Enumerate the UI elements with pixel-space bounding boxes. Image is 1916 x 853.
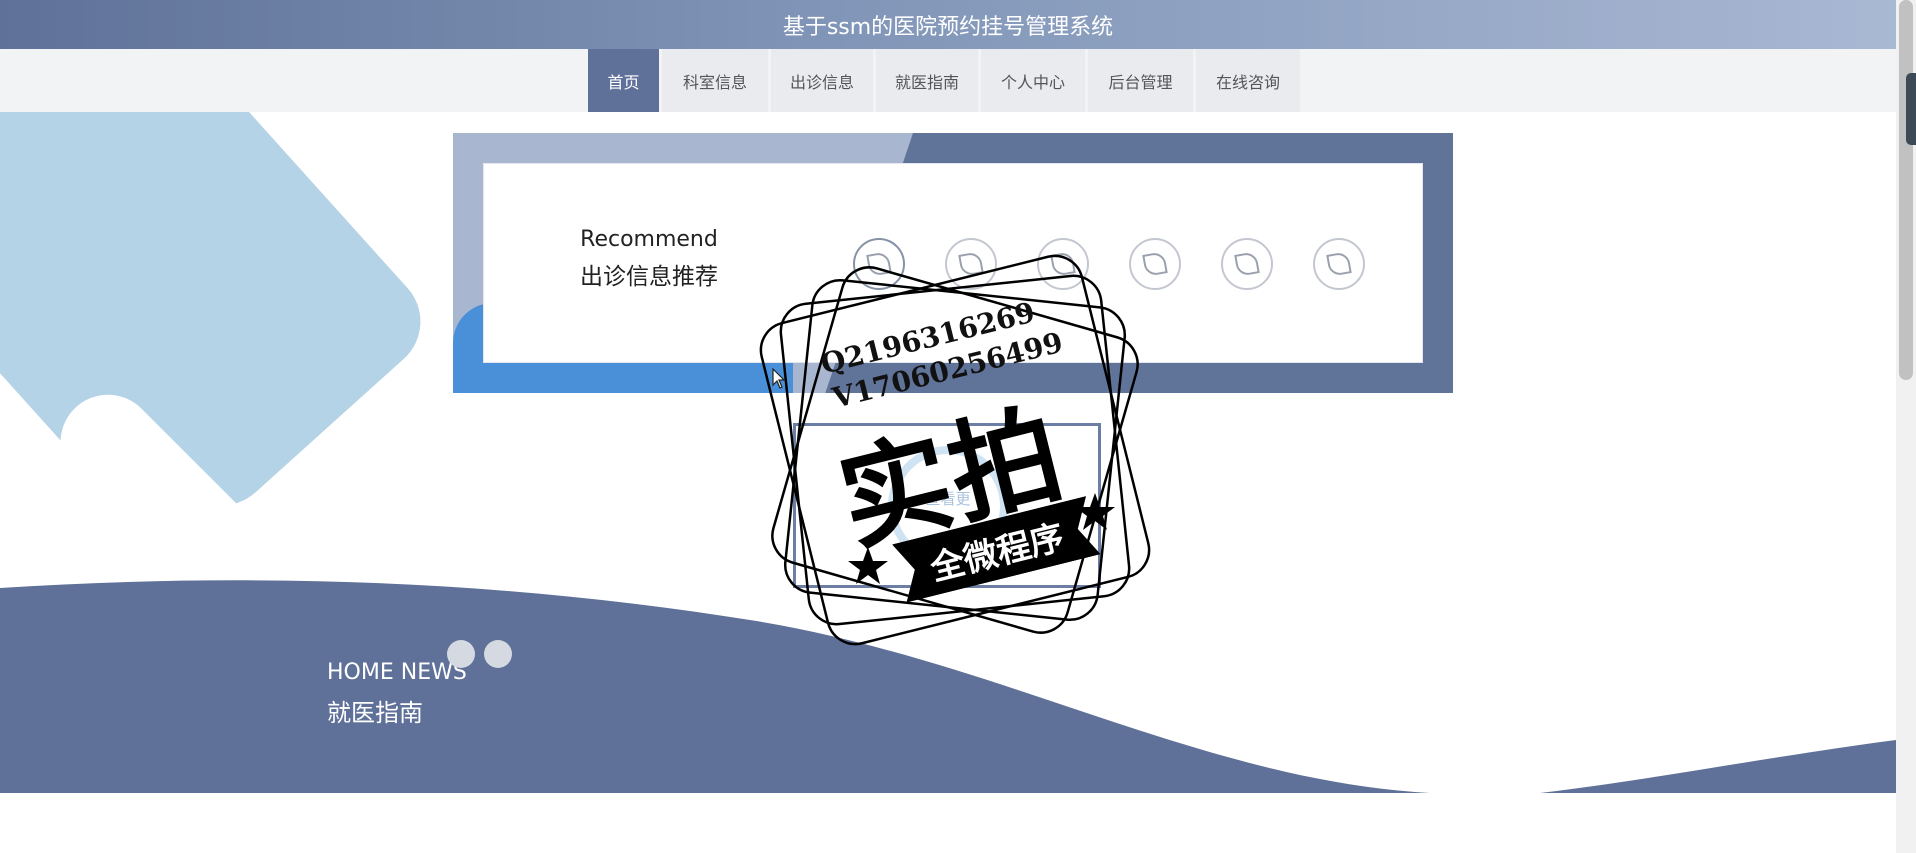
recommend-item[interactable] <box>1221 238 1273 290</box>
carousel-dot[interactable] <box>484 640 512 668</box>
scrollbar-thumb[interactable] <box>1899 0 1913 380</box>
page: 基于ssm的医院预约挂号管理系统 首页 科室信息 出诊信息 就医指南 个人中心 … <box>0 0 1916 853</box>
side-handle[interactable] <box>1906 73 1916 145</box>
nav-item-consult[interactable]: 在线咨询 <box>1196 49 1300 112</box>
leaf-icon <box>1234 251 1260 277</box>
news-title-cn: 就医指南 <box>327 699 423 727</box>
carousel-dot[interactable] <box>447 640 475 668</box>
nav-item-profile[interactable]: 个人中心 <box>981 49 1085 112</box>
site-title: 基于ssm的医院预约挂号管理系统 <box>782 14 1114 40</box>
nav-item-schedule[interactable]: 出诊信息 <box>771 49 873 112</box>
nav-item-departments[interactable]: 科室信息 <box>662 49 768 112</box>
recommend-item[interactable] <box>1313 238 1365 290</box>
main-nav: 首页 科室信息 出诊信息 就医指南 个人中心 后台管理 在线咨询 <box>588 49 1300 112</box>
watermark-stamp: Q2196316269 V17060256499 实拍 全微程序 <box>750 235 1170 655</box>
news-title-en: HOME NEWS <box>327 660 467 685</box>
site-header: 基于ssm的医院预约挂号管理系统 <box>0 0 1896 49</box>
leaf-icon <box>1326 251 1352 277</box>
nav-item-guide[interactable]: 就医指南 <box>876 49 978 112</box>
mouse-cursor-icon <box>772 368 786 389</box>
nav-item-admin[interactable]: 后台管理 <box>1088 49 1193 112</box>
nav-item-home[interactable]: 首页 <box>588 49 659 112</box>
